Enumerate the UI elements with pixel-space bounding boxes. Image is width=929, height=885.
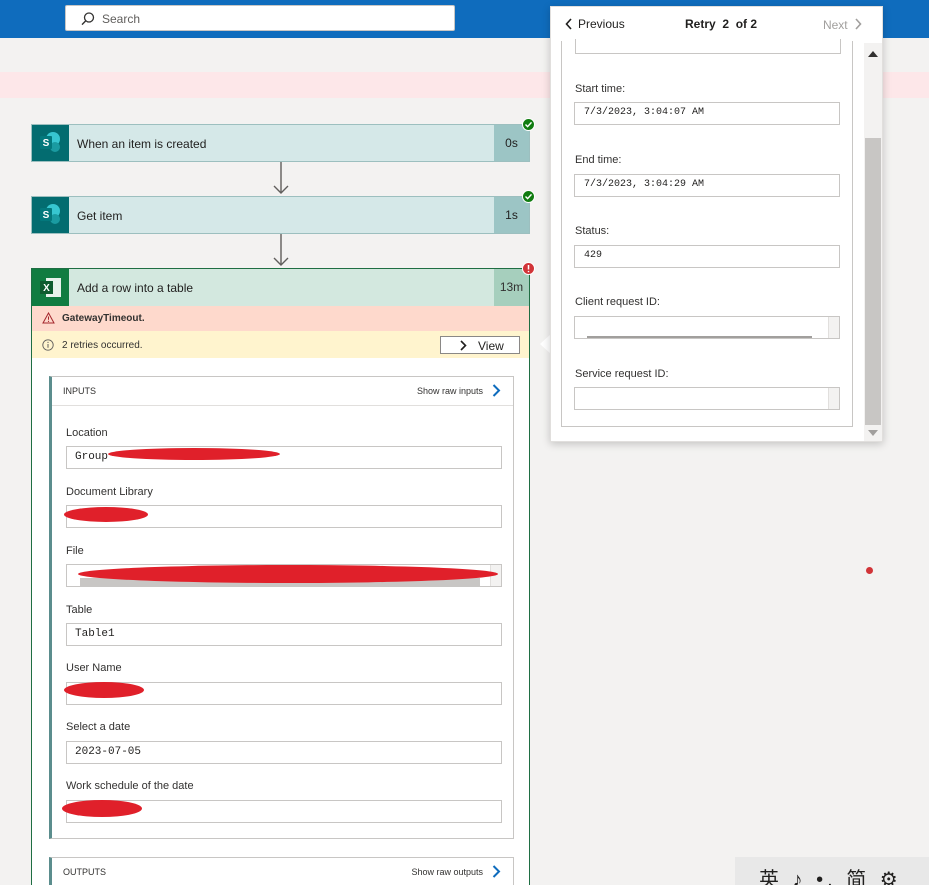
end-time-label: End time:: [575, 154, 622, 166]
search-icon: [81, 12, 95, 26]
search-box[interactable]: Search: [65, 5, 455, 31]
status-value: 429: [584, 250, 603, 261]
trigger-card[interactable]: S When an item is created 0s: [31, 124, 530, 162]
status-field: 429: [574, 245, 840, 268]
success-check-icon: [522, 190, 535, 203]
redaction-mark: [78, 565, 498, 583]
card-duration: 13m: [494, 269, 529, 306]
error-message: GatewayTimeout.: [62, 313, 145, 324]
table-label: Table: [66, 604, 93, 616]
card-title: Get item: [77, 209, 123, 223]
excel-action-card: X Add a row into a table 13m GatewayTime…: [31, 268, 530, 885]
card-header[interactable]: X Add a row into a table 13m: [32, 269, 529, 306]
vertical-scrollbar[interactable]: [828, 388, 839, 409]
scroll-down-icon[interactable]: [868, 430, 878, 436]
ime-toolbar[interactable]: 英 ♪ •, 简 ⚙: [735, 857, 929, 885]
svg-text:S: S: [43, 210, 50, 221]
redaction-mark: [64, 682, 144, 698]
retry-current: 2: [722, 17, 730, 31]
retry-info-bar: 2 retries occurred. View: [32, 331, 529, 358]
inputs-header: INPUTS Show raw inputs: [52, 377, 513, 406]
previous-field-remnant: [575, 39, 841, 54]
service-request-id-field[interactable]: [574, 387, 840, 410]
scroll-up-icon[interactable]: [868, 51, 878, 57]
svg-text:X: X: [43, 283, 50, 294]
retry-indicator: Retry 2 of 2: [685, 17, 757, 31]
next-label: Next: [822, 18, 848, 32]
show-raw-outputs-link[interactable]: Show raw outputs: [411, 867, 483, 877]
client-request-id-label: Client request ID:: [575, 296, 660, 308]
end-time-field: 7/3/2023, 3:04:29 AM: [574, 174, 840, 197]
flow-arrow-icon: [273, 234, 289, 266]
start-time-value: 7/3/2023, 3:04:07 AM: [584, 107, 705, 118]
redaction-mark: [108, 448, 280, 460]
search-placeholder: Search: [102, 12, 141, 26]
horizontal-scrollbar[interactable]: [587, 336, 812, 338]
inputs-title: INPUTS: [63, 386, 97, 396]
retry-count-text: 2 retries occurred.: [62, 340, 143, 351]
view-label: View: [478, 339, 504, 353]
status-label: Status:: [575, 225, 610, 237]
chevron-left-icon: [565, 18, 572, 30]
start-time-label: Start time:: [575, 83, 626, 95]
sharepoint-icon: S: [32, 197, 69, 233]
select-date-value: 2023-07-05: [75, 746, 142, 758]
retry-label: Retry: [685, 17, 716, 31]
user-name-label: User Name: [66, 662, 122, 674]
select-date-label: Select a date: [66, 721, 131, 733]
vertical-scrollbar[interactable]: [828, 317, 839, 338]
select-date-field: 2023-07-05: [66, 741, 502, 764]
work-schedule-label: Work schedule of the date: [66, 780, 194, 792]
start-time-field: 7/3/2023, 3:04:07 AM: [574, 102, 840, 125]
chevron-right-icon: [460, 340, 467, 351]
card-title: When an item is created: [77, 137, 207, 151]
flow-arrow-icon: [273, 162, 289, 194]
next-button[interactable]: Next: [823, 17, 862, 32]
document-library-label: Document Library: [66, 486, 153, 498]
redaction-mark: [64, 507, 148, 522]
chevron-right-icon: [855, 18, 862, 30]
card-duration: 1s: [494, 197, 529, 233]
file-label: File: [66, 545, 84, 557]
warning-triangle-icon: [42, 312, 55, 324]
view-retries-button[interactable]: View: [440, 336, 520, 354]
scroll-thumb[interactable]: [865, 138, 881, 425]
previous-label: Previous: [578, 17, 625, 31]
error-alert-icon: [522, 262, 535, 275]
chevron-right-icon[interactable]: [491, 383, 501, 398]
end-time-value: 7/3/2023, 3:04:29 AM: [584, 179, 705, 190]
ime-toolbar-text: 英 ♪ •, 简 ⚙: [759, 869, 902, 885]
outputs-section: OUTPUTS Show raw outputs: [49, 857, 514, 885]
sharepoint-icon: S: [32, 125, 69, 161]
get-item-card[interactable]: S Get item 1s: [31, 196, 530, 234]
table-field: Table1: [66, 623, 502, 646]
svg-text:S: S: [43, 138, 50, 149]
outputs-header: OUTPUTS Show raw outputs: [52, 858, 513, 885]
show-raw-inputs-link[interactable]: Show raw inputs: [417, 386, 483, 396]
location-label: Location: [66, 427, 108, 439]
panel-scrollbar[interactable]: [864, 43, 882, 441]
red-dot-marker: [866, 567, 873, 574]
error-bar: GatewayTimeout.: [32, 306, 529, 331]
redaction-mark: [62, 800, 142, 817]
outputs-title: OUTPUTS: [63, 867, 107, 877]
card-duration: 0s: [494, 125, 529, 161]
client-request-id-field[interactable]: [574, 316, 840, 339]
table-value: Table1: [75, 628, 115, 640]
retry-navigation: Previous Retry 2 of 2 Next: [551, 7, 882, 41]
success-check-icon: [522, 118, 535, 131]
inputs-section: INPUTS Show raw inputs Location Group - …: [49, 376, 514, 839]
card-title: Add a row into a table: [77, 281, 194, 295]
retry-total: of 2: [735, 17, 758, 31]
info-icon: [42, 339, 54, 351]
service-request-id-label: Service request ID:: [575, 368, 669, 380]
chevron-right-icon[interactable]: [491, 864, 501, 879]
retry-details-panel: Previous Retry 2 of 2 Next Start time: 7…: [550, 6, 883, 442]
excel-icon: X: [32, 269, 69, 306]
